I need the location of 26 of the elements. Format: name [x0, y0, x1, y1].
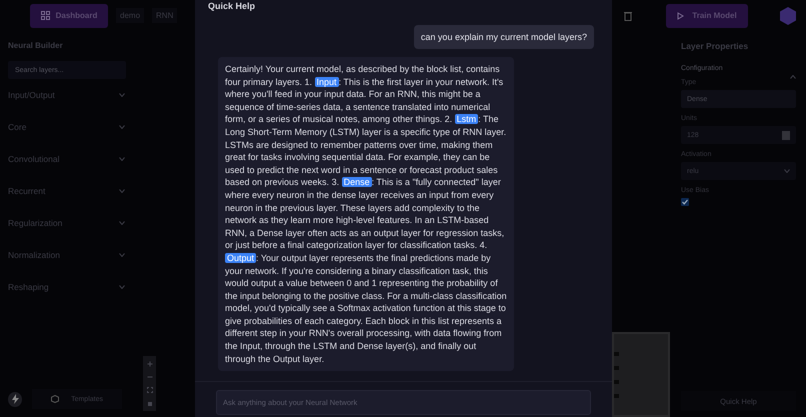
category-item[interactable]: Core [8, 111, 125, 143]
panel-title: Layer Properties [681, 41, 750, 51]
grid-icon [40, 11, 50, 20]
category-item[interactable]: Convolutional [8, 143, 125, 175]
train-model-button[interactable]: Train Model [666, 4, 748, 28]
sidebar-title: Neural Builder [8, 41, 64, 50]
zoom-in-icon[interactable] [146, 360, 152, 367]
zoom-controls[interactable] [143, 356, 156, 411]
category-item[interactable]: Normalization [8, 239, 125, 271]
zoom-out-icon[interactable] [146, 376, 152, 378]
category-item[interactable]: Reshaping [8, 271, 125, 303]
chevron-icon [784, 169, 790, 173]
play-icon [677, 12, 684, 20]
user-message: can you explain my current model layers? [414, 25, 594, 49]
dashboard-button[interactable]: Dashboard [30, 4, 108, 28]
category-item[interactable]: Regularization [8, 207, 125, 239]
assistant-message: Certainly! Your current model, as described by the block list, contains four primary layers. 1. Input : This is the first layer in your network. It's where you'll feed in your input data. For an RNN, this might be a sequence of time-series data, a sentence translated into numerical form, or a series of musical notes, among other things. 2. Lstm : The Long Short-Term Memory (LSTM) layer is a specific type of RNN layer. LSTMs are designed to remember patterns over time, making them great for tasks involving sequential data. For example, they can be used to predict the next word in a sentence or forecast product sales based on previous weeks. 3. Dense : This is a "fully connected" layer where every neuron in the dense layer receives an input from every neuron in the previous layer. These layers add complexity to the network as they learn more high-level features. In an LSTM-based RNN, a Dense layer often acts as an output layer for regression tasks, or just before a final categorization layer for classification tasks. 4. Output : Your output layer represents the final predictions made by your network. If you're considering a binary classification task, this would output a value between 0 and 1 representing the probability of the input belonging to the positive class. For a multi-class classification model, you'd typically see a Softmax activation function at this stage to give probabilities of each category. Each block in this list represents a different step in your RNN's overall processing, with data flowing from the Input, through the LSTM and Dense layer(s), and finally out through the Output layer. [218, 57, 514, 372]
category-item[interactable]: Recurrent [8, 175, 125, 207]
lightning-icon[interactable] [8, 392, 22, 406]
trash-icon[interactable] [624, 10, 632, 20]
fit-view-icon[interactable] [146, 387, 152, 394]
dialog-title: Quick Help [208, 1, 256, 11]
checkbox[interactable] [681, 198, 689, 206]
minimap[interactable] [612, 332, 670, 417]
category-item[interactable]: Input/Output [8, 79, 125, 111]
hexagon-logo-icon [778, 6, 798, 26]
